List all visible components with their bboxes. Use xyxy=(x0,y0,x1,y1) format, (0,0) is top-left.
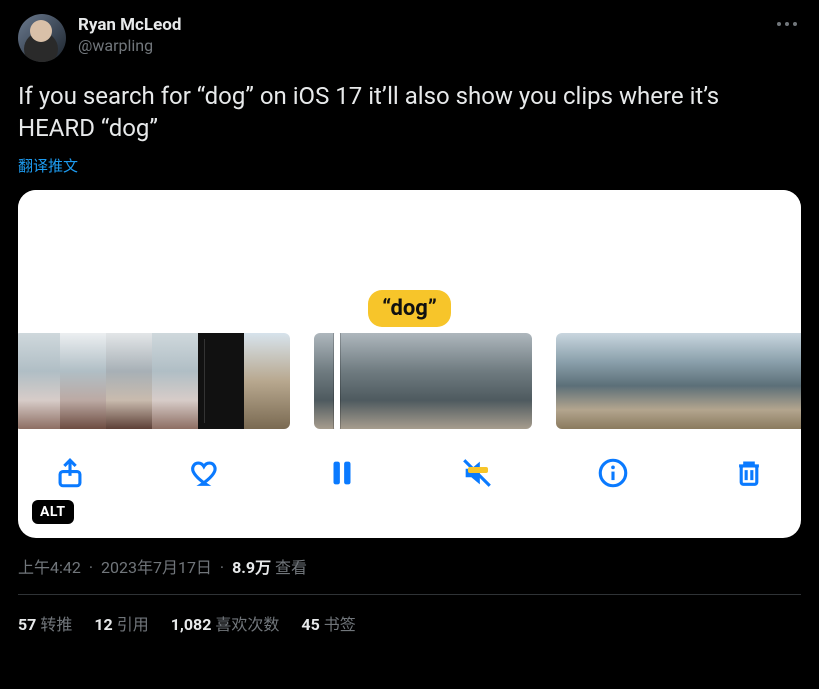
retweets-stat[interactable]: 57转推 xyxy=(18,611,72,635)
media-whitespace xyxy=(18,190,801,290)
timeline-clip[interactable] xyxy=(18,333,290,429)
timeline-marker xyxy=(468,467,488,473)
avatar[interactable] xyxy=(18,14,66,62)
views-label: 查看 xyxy=(275,558,307,577)
tweet-text: If you search for “dog” on iOS 17 it’ll … xyxy=(18,80,801,145)
mute-button[interactable] xyxy=(455,451,499,495)
author-display-name: Ryan McLeod xyxy=(78,14,181,36)
views-count: 8.9万 xyxy=(232,558,271,577)
bookmarks-stat[interactable]: 45 书签 xyxy=(301,611,355,635)
info-button[interactable] xyxy=(591,451,635,495)
tweet-date[interactable]: 2023年7月17日 xyxy=(101,558,212,577)
quotes-stat[interactable]: 12 引用 xyxy=(94,611,148,635)
bookmarks-count: 45 xyxy=(301,615,319,634)
timeline-clip[interactable] xyxy=(556,333,801,429)
tweet-container: Ryan McLeod @warpling If you search for … xyxy=(0,0,819,635)
pause-button[interactable] xyxy=(320,451,364,495)
author-handle: @warpling xyxy=(78,36,181,57)
bookmarks-label: 书签 xyxy=(324,615,356,634)
share-button[interactable] xyxy=(48,451,92,495)
tweet-stats: 57转推 12 引用 1,082喜欢次数 45 书签 xyxy=(18,595,801,635)
quotes-count: 12 xyxy=(94,615,112,634)
video-timeline[interactable] xyxy=(18,333,801,429)
likes-count: 1,082 xyxy=(171,615,212,634)
retweets-count: 57 xyxy=(18,615,36,634)
likes-label: 喜欢次数 xyxy=(215,615,279,634)
tweet-meta: 上午4:42 · 2023年7月17日 · 8.9万 查看 xyxy=(18,554,801,578)
delete-button[interactable] xyxy=(727,451,771,495)
alt-badge[interactable]: ALT xyxy=(32,500,74,524)
media-controls xyxy=(18,429,801,495)
tweet-time[interactable]: 上午4:42 xyxy=(18,558,81,577)
likes-stat[interactable]: 1,082喜欢次数 xyxy=(171,611,280,635)
more-options-button[interactable] xyxy=(773,14,801,34)
like-button[interactable] xyxy=(184,451,228,495)
timeline-clip[interactable] xyxy=(314,333,532,429)
caption-bubble: “dog” xyxy=(368,290,451,327)
tweet-header: Ryan McLeod @warpling xyxy=(18,14,801,62)
author-block[interactable]: Ryan McLeod @warpling xyxy=(78,14,181,57)
retweets-label: 转推 xyxy=(40,615,72,634)
tweet-media-card[interactable]: “dog” xyxy=(18,190,801,538)
quotes-label: 引用 xyxy=(117,615,149,634)
translate-tweet-link[interactable]: 翻译推文 xyxy=(18,155,801,176)
playhead[interactable] xyxy=(334,333,340,429)
